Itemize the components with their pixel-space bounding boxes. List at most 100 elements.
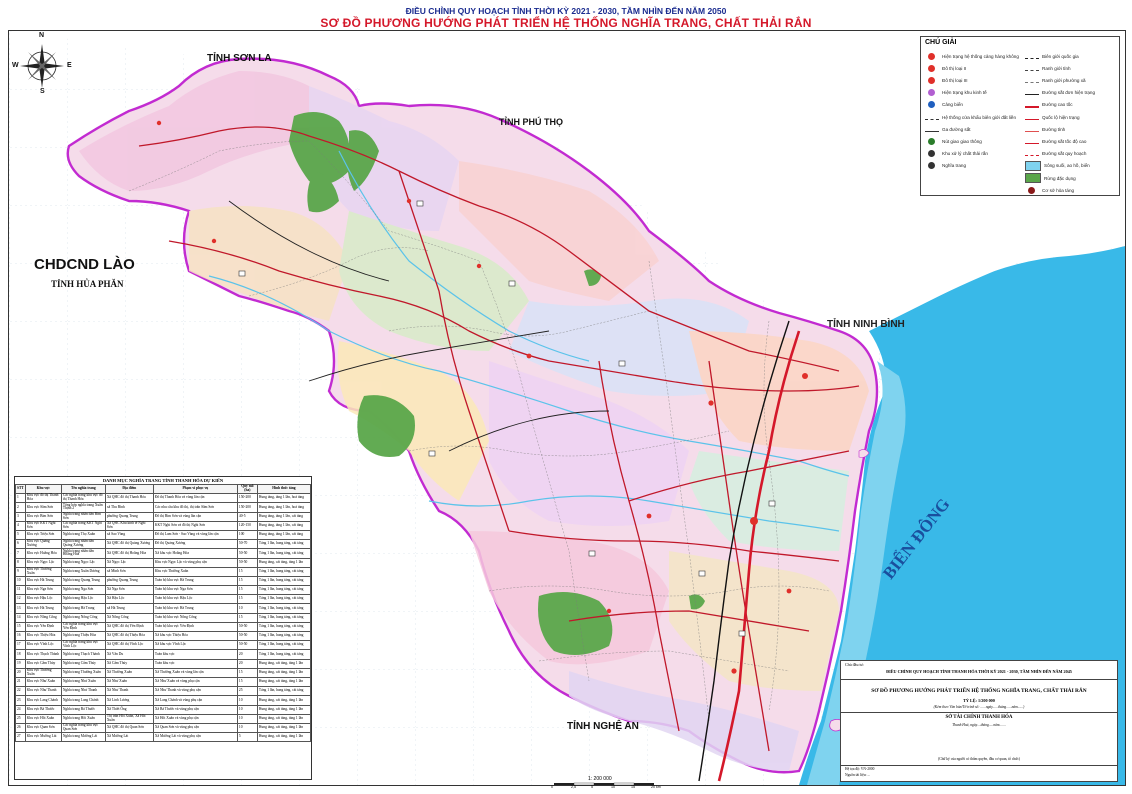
- table-cell: 10: [15, 575, 26, 587]
- table-row: 4 Khu vực KKT Nghi Sơn Các nghĩa trang KKT…: [15, 520, 311, 531]
- single-railway-icon: [1025, 94, 1039, 96]
- compass-e: E: [67, 62, 72, 69]
- legend-item: Đô thị loại III: [925, 75, 968, 85]
- table-cell: Khu vực Hậu Lộc: [24, 594, 62, 605]
- legend-item: Đường tỉnh: [1025, 124, 1065, 134]
- seaport-icon: [928, 101, 935, 109]
- table-row: 1 Khu vực đô thị Thanh Hóa Các nghĩa trang…: [15, 493, 311, 504]
- table-cell: 13: [15, 603, 26, 614]
- table-cell: 9: [15, 566, 26, 577]
- label-hua-phan: TỈNH HỦA PHĂN: [51, 279, 124, 289]
- table-cell: Khu vực Hà Trung: [24, 575, 62, 587]
- table-cell: Xã Bá Thước và vùng phụ cận: [152, 704, 238, 715]
- airport-icon: [928, 52, 935, 60]
- high-speed-rail-icon: [1025, 142, 1039, 144]
- divider: [841, 679, 1117, 680]
- table-cell: Xã Mường Lát: [104, 732, 154, 743]
- table-cell: Các nghĩa trang khu vực đô thị Thanh Hóa: [60, 493, 106, 504]
- table-cell: Đô thị Quảng Xương: [152, 539, 238, 550]
- table-cell: xã Hà Trung: [104, 603, 154, 614]
- table-row: 19 Khu vực Cẩm Thủy Nghĩa trang Cẩm Thủy Xã…: [15, 658, 311, 669]
- legend-item: Quốc lộ hiện trạng: [1025, 112, 1080, 122]
- table-row: 21 Khu vực Như Xuân Nghĩa trang Như Xuân Xã…: [15, 676, 311, 688]
- legend-item-label: Đô thị loại III: [942, 77, 968, 83]
- table-cell: Xã khu vực Thiệu Hóa: [152, 630, 238, 642]
- table-row: 18 Khu vực Thạch Thành Nghĩa trang Thạch T…: [15, 649, 311, 660]
- scale-tick-label: 5: [591, 785, 593, 789]
- table-row: 22 Khu vực Như Thanh Nghĩa trang Như Thanh…: [15, 686, 311, 697]
- table-cell: Táng 1 lần, hung táng, cát táng: [256, 548, 311, 559]
- table-cell: Khu vực Thường Xuân: [24, 566, 62, 577]
- scale-bar-graphic: [554, 782, 654, 786]
- table-cell: Khu vực Quảng Xương: [24, 539, 62, 550]
- table-row: 23 Khu vực Lang Chánh Nghĩa trang Lang Chá…: [15, 695, 311, 706]
- water-icon: [1025, 160, 1041, 171]
- table-cell: Xã Như Xuân và vùng phụ cận: [152, 676, 238, 688]
- legend-item: Biên giới quốc gia: [1025, 51, 1079, 61]
- title-block-drawing-title: SƠ ĐỒ PHƯƠNG HƯỚNG PHÁT TRIỂN HỆ THỐNG N…: [871, 688, 1087, 694]
- table-cell: Khu vực Như Xuân: [24, 676, 62, 688]
- table-cell: Xã khu vực Hoằng Hóa: [152, 548, 238, 559]
- table-cell: Khu vực KKT Nghi Sơn: [24, 520, 62, 531]
- table-cell: Nghĩa trang Thường Xuân: [60, 667, 106, 678]
- interchange-icon: [928, 137, 935, 145]
- table-cell: Xã Hậu Lộc: [104, 594, 154, 605]
- table-cell: KKT Nghi Sơn và đô thị Nghi Sơn: [152, 520, 238, 531]
- table-cell: Hung táng, cát táng, táng 1 lần: [256, 713, 311, 724]
- table-cell: Nghĩa trang Quang Trung: [60, 575, 106, 587]
- legend-item: Ga đường sắt: [925, 124, 971, 134]
- legend-item: Hệ thống cửa khẩu biên giới đất liền: [925, 112, 1016, 122]
- legend-item-label: Đô thị loại II: [942, 65, 967, 71]
- table-cell: Táng 1 lần, hung táng, cát táng: [256, 686, 311, 697]
- table-cell: Khu vực Hoằng Hóa: [24, 548, 62, 559]
- railway-station-icon: [925, 130, 939, 132]
- legend-item-label: Đường sắt đơn hiện trạng: [1042, 90, 1096, 96]
- table-header-cell: Phạm vi phục vụ: [152, 483, 238, 495]
- table-cell: Nghĩa trang Lang Chánh: [60, 695, 106, 706]
- legend-item: Sông suối, ao hồ, biển: [1025, 160, 1090, 171]
- table-row: 24 Khu vực Bá Thước Nghĩa trang Bá Thước Xã…: [15, 704, 311, 715]
- table-cell: 10: [236, 695, 258, 706]
- table-cell: Toàn khu vực: [152, 649, 238, 660]
- legend-item: Đô thị loại II: [925, 63, 966, 73]
- table-cell: 20: [15, 667, 26, 678]
- national-road-icon: [1025, 118, 1039, 120]
- table-row: 25 Khu vực Hồi Xuân Nghĩa trang Hồi Xuân Th…: [15, 713, 311, 724]
- table-cell: Khu vực Thiệu Hóa: [24, 630, 62, 642]
- legend-item: Khu xử lý chất thải rắn: [925, 149, 988, 159]
- table-cell: Đô thị Lam Sơn - Sao Vàng và vùng lân cậ…: [152, 529, 238, 541]
- special-forest-icon: [1025, 173, 1041, 183]
- table-cell: Khu vực Yên Định: [24, 621, 62, 633]
- legend-item-label: Đường sắt quy hoạch: [1042, 151, 1087, 157]
- north-arrow-compass: N S W E: [12, 32, 72, 95]
- table-cell: Các nhu cầu khu đô thị, thị trấn Sầm Sơn: [152, 502, 238, 513]
- legend-item: Đường sắt tốc độ cao: [1025, 136, 1086, 146]
- table-cell: 18: [15, 649, 26, 660]
- table-cell: Hung táng, táng 1 lần, hoả táng: [256, 502, 311, 513]
- table-cell: Khu vực Thường Xuân: [24, 667, 62, 678]
- table-row: 6 Khu vực Quảng Xương Nghĩa trang nhân dân…: [15, 539, 311, 550]
- table-cell: 10: [236, 722, 258, 734]
- urban-type-ii-icon: [928, 64, 935, 72]
- table-cell: 15: [236, 612, 258, 623]
- table-cell: Xã khu vực Vĩnh Lộc: [152, 640, 238, 651]
- table-cell: Xã Nông Cống: [104, 612, 154, 623]
- legend-item: Cơ sở hỏa táng: [1025, 185, 1074, 195]
- title-block-signature-note: (Chữ ký của người có thẩm quyền, đầu cơ …: [938, 757, 1020, 761]
- table-cell: 8: [15, 557, 26, 568]
- divider: [841, 765, 1117, 766]
- table-cell: Xã Lang Chánh và vùng phụ cận: [152, 695, 238, 706]
- legend-item-label: Đường tỉnh: [1042, 126, 1066, 132]
- legend-item: Ranh giới phường xã: [1025, 75, 1086, 85]
- table-cell: Xã QHC đô thị Thanh Hóa: [104, 493, 154, 504]
- table-cell: 21: [15, 676, 26, 688]
- table-cell: Hung táng, táng 1 lần, cát táng: [256, 511, 311, 522]
- table-cell: Xã Thường Xuân và vùng lân cận: [152, 667, 238, 678]
- table-cell: Khu vực Quan Sơn: [24, 722, 62, 734]
- table-cell: 4: [15, 520, 26, 531]
- scale-tick-label: 2,5: [571, 785, 576, 789]
- legend-item: Đường sắt đơn hiện trạng: [1025, 88, 1095, 98]
- table-cell: Khu vực Thường Xuân: [152, 566, 238, 577]
- table-cell: Khu vực Cẩm Thủy: [24, 658, 62, 669]
- table-cell: Xã Quan Sơn và vùng phụ cận: [152, 722, 238, 734]
